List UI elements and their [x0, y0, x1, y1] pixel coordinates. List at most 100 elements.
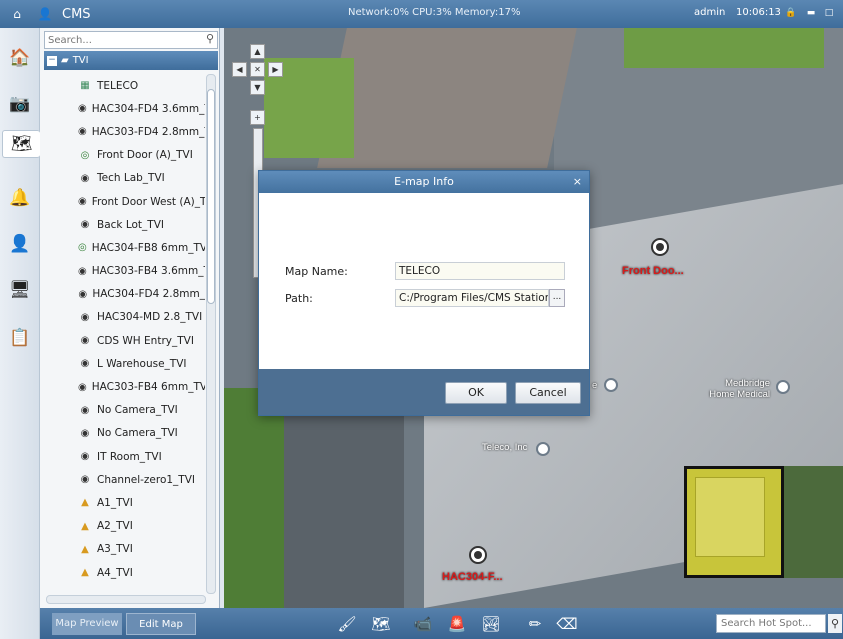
tree-item[interactable]: ◉ HAC304-MD 2.8_TVI — [40, 306, 205, 329]
tree-item-label: HAC304-FD4 3.6mm_T — [91, 102, 205, 115]
tree-scroll-thumb[interactable] — [207, 89, 215, 304]
camera-marker[interactable] — [651, 238, 669, 256]
map-name-input[interactable]: TELECO — [395, 262, 565, 280]
zoom-in-icon[interactable]: + — [250, 110, 265, 125]
camera-icon: ◉ — [78, 126, 87, 138]
overview-minimap[interactable] — [684, 466, 784, 578]
tree-item[interactable]: ▲ A3_TVI — [40, 538, 205, 561]
add-hot-region-icon[interactable]: 🏞 — [480, 613, 502, 635]
add-alarm-icon[interactable]: 🚨 — [446, 613, 468, 635]
pencil-icon[interactable]: ✏ — [524, 613, 546, 635]
camera-online-icon: ◎ — [80, 149, 90, 161]
tree-item[interactable]: ◎ HAC304-FB8 6mm_TV — [40, 236, 205, 259]
camera-label: Front Doo... — [622, 265, 684, 277]
tree-item-label: L Warehouse_TVI — [97, 357, 187, 370]
home-icon[interactable]: 🏠 — [6, 44, 34, 72]
camera-marker[interactable] — [469, 546, 487, 564]
tree-item[interactable]: ▲ A1_TVI — [40, 491, 205, 514]
log-icon[interactable]: 📋 — [6, 324, 34, 352]
tree-item[interactable]: ◉ CDS WH Entry_TVI — [40, 329, 205, 352]
account-icon[interactable]: 👤 — [6, 230, 34, 258]
hot-spot-marker[interactable] — [776, 380, 790, 394]
cancel-button[interactable]: Cancel — [515, 382, 581, 404]
dialog-footer: OK Cancel — [259, 369, 589, 415]
tree-item[interactable]: ▦ TELECO — [40, 74, 205, 97]
camera-icon: ◉ — [78, 196, 87, 208]
tree-item[interactable]: ▲ A2_TVI — [40, 515, 205, 538]
pan-down-icon[interactable]: ▼ — [250, 80, 265, 95]
search-icon[interactable]: ⚲ — [828, 614, 842, 633]
tree-item-label: HAC303-FB4 3.6mm_T — [91, 265, 205, 278]
tree-item[interactable]: ◉ HAC304-FD4 3.6mm_T — [40, 97, 205, 120]
tree-root[interactable]: − ▰ TVI — [44, 51, 218, 70]
tree-item[interactable]: ◉ Back Lot_TVI — [40, 213, 205, 236]
hot-spot-marker[interactable] — [604, 378, 618, 392]
tree-item[interactable]: ◉ L Warehouse_TVI — [40, 352, 205, 375]
tab-edit-map[interactable]: Edit Map — [126, 613, 196, 635]
camera-online-icon: ◎ — [78, 242, 87, 254]
pan-right-icon[interactable]: ▶ — [268, 62, 283, 77]
device-icon[interactable]: 🖥 — [6, 276, 34, 304]
path-label: Path: — [285, 292, 313, 305]
title-bar: ⌂ 👤 CMS Network:0% CPU:3% Memory:17% adm… — [0, 0, 843, 28]
tree-scrollbar[interactable] — [206, 74, 216, 594]
tree-item-label: HAC303-FB4 6mm_TVI — [91, 381, 205, 394]
tree-item-label: Channel-zero1_TVI — [97, 473, 196, 486]
tree-item[interactable]: ▲ A4_TVI — [40, 561, 205, 584]
path-input[interactable]: C:/Program Files/CMS Station/... — [395, 289, 549, 307]
camera-icon: ◉ — [80, 335, 90, 347]
tree-item[interactable]: ◉ Tech Lab_TVI — [40, 167, 205, 190]
tree-item[interactable]: ◉ No Camera_TVI — [40, 399, 205, 422]
pan-center-icon[interactable]: ✕ — [250, 62, 265, 77]
eraser-icon[interactable]: ⌫ — [556, 613, 578, 635]
app-title: CMS — [62, 6, 91, 22]
folder-icon: ▰ — [61, 55, 69, 66]
home-logo-icon[interactable]: ⌂ — [6, 3, 28, 25]
collapse-icon[interactable]: − — [47, 55, 57, 66]
tree-item[interactable]: ◉ HAC304-FD4 2.8mm_ — [40, 283, 205, 306]
browse-button[interactable]: ... — [549, 289, 565, 307]
event-icon[interactable]: 🔔 — [6, 184, 34, 212]
current-user[interactable]: admin — [694, 7, 725, 18]
module-rail: 🏠 📷 🗺 🔔 👤 🖥 📋 — [0, 28, 40, 639]
tree-item-label: HAC304-MD 2.8_TVI — [97, 311, 203, 324]
pan-up-icon[interactable]: ▲ — [250, 44, 265, 59]
emap-icon[interactable]: 🗺 — [2, 130, 40, 158]
lock-icon[interactable]: 🔒 — [784, 6, 798, 20]
tree-item[interactable]: ◉ Channel-zero1_TVI — [40, 468, 205, 491]
map-icon: ▦ — [80, 80, 90, 92]
tree-item-label: A2_TVI — [97, 520, 133, 533]
tree-search-input[interactable] — [45, 32, 193, 48]
tree-item[interactable]: ◉ Front Door West (A)_TV — [40, 190, 205, 213]
add-camera-icon[interactable]: 📹 — [412, 613, 434, 635]
delete-map-icon[interactable]: 🗺 — [370, 613, 392, 635]
close-icon[interactable]: × — [573, 171, 582, 193]
tree-item[interactable]: ◉ No Camera_TVI — [40, 422, 205, 445]
tree-item[interactable]: ◎ Front Door (A)_TVI — [40, 144, 205, 167]
alarm-input-icon: ▲ — [81, 543, 89, 555]
pan-control[interactable]: ▲ ◀ ✕ ▶ ▼ — [228, 44, 283, 96]
minimize-icon[interactable]: ▬ — [804, 6, 818, 20]
hot-spot-marker[interactable] — [536, 442, 550, 456]
tree-item[interactable]: ◉ HAC303-FB4 3.6mm_T — [40, 260, 205, 283]
tree-item-label: HAC303-FD4 2.8mm_T — [91, 125, 205, 138]
maximize-icon[interactable]: □ — [822, 6, 836, 20]
hot-spot-label: Medbridge Home Medical — [709, 378, 770, 400]
tree-item-label: Front Door (A)_TVI — [97, 149, 193, 162]
alarm-input-icon: ▲ — [81, 520, 89, 532]
hot-spot-search-input[interactable]: Search Hot Spot... — [716, 614, 826, 633]
pan-left-icon[interactable]: ◀ — [232, 62, 247, 77]
tree-item[interactable]: ◉ IT Room_TVI — [40, 445, 205, 468]
camera-icon: ◉ — [78, 103, 87, 115]
road — [284, 398, 404, 608]
search-icon[interactable]: ⚲ — [206, 32, 214, 45]
tree-hscrollbar[interactable] — [46, 595, 206, 604]
tree-item[interactable]: ◉ HAC303-FD4 2.8mm_T — [40, 120, 205, 143]
minimap-viewport[interactable] — [695, 477, 765, 557]
edit-map-icon[interactable]: 🖌 — [336, 613, 358, 635]
live-view-icon[interactable]: 📷 — [6, 90, 34, 118]
tree-item[interactable]: ◉ HAC303-FB4 6mm_TVI — [40, 375, 205, 398]
tree-item-label: No Camera_TVI — [97, 427, 178, 440]
ok-button[interactable]: OK — [445, 382, 507, 404]
tab-map-preview[interactable]: Map Preview — [52, 613, 122, 635]
